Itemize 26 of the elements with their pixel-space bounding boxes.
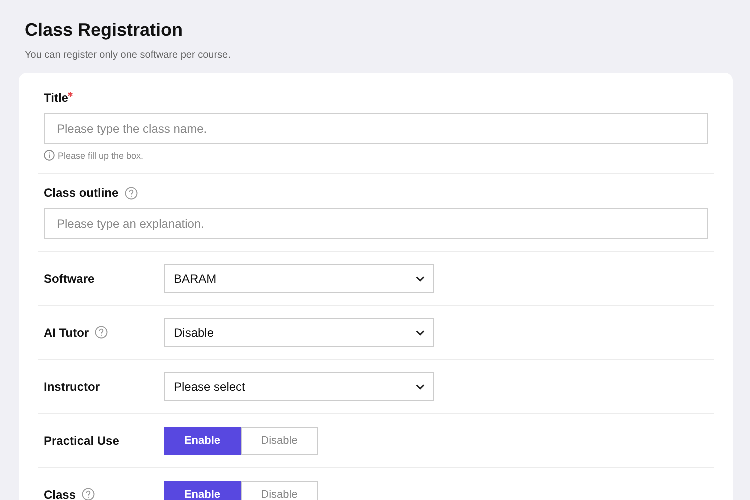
toggle-option[interactable]: Enable [164, 480, 241, 500]
field-label: Instructor [44, 380, 100, 394]
chevron-down-icon [416, 330, 425, 336]
field-label: AI Tutor [44, 326, 90, 340]
field-label: Class [44, 488, 76, 500]
toggle-option[interactable]: Disable [241, 426, 318, 454]
info-icon [44, 150, 55, 161]
chevron-down-icon [416, 276, 425, 282]
chevron-down-icon [416, 384, 425, 390]
page-subtitle: You can register only one software per course. [25, 50, 232, 61]
help-icon[interactable] [124, 186, 138, 200]
page-title: Class Registration [25, 19, 184, 42]
field-hint: Please fill up the box. [58, 150, 144, 160]
help-icon[interactable] [95, 326, 108, 339]
toggle-option[interactable]: Disable [241, 480, 318, 500]
field-label: Title [44, 91, 68, 105]
dropdown-select[interactable]: BARAM [164, 264, 434, 293]
field-label: Class outline [44, 186, 119, 200]
toggle-option[interactable]: Enable [164, 426, 241, 454]
dropdown-select[interactable]: Disable [164, 318, 434, 347]
text-input-field[interactable]: Please type the class name. [44, 113, 708, 144]
field-label: Software [44, 272, 95, 286]
field-label: Practical Use [44, 434, 120, 448]
help-icon[interactable] [82, 488, 96, 500]
dropdown-select[interactable]: Please select [164, 372, 434, 401]
text-input-field[interactable]: Please type an explanation. [44, 208, 708, 239]
